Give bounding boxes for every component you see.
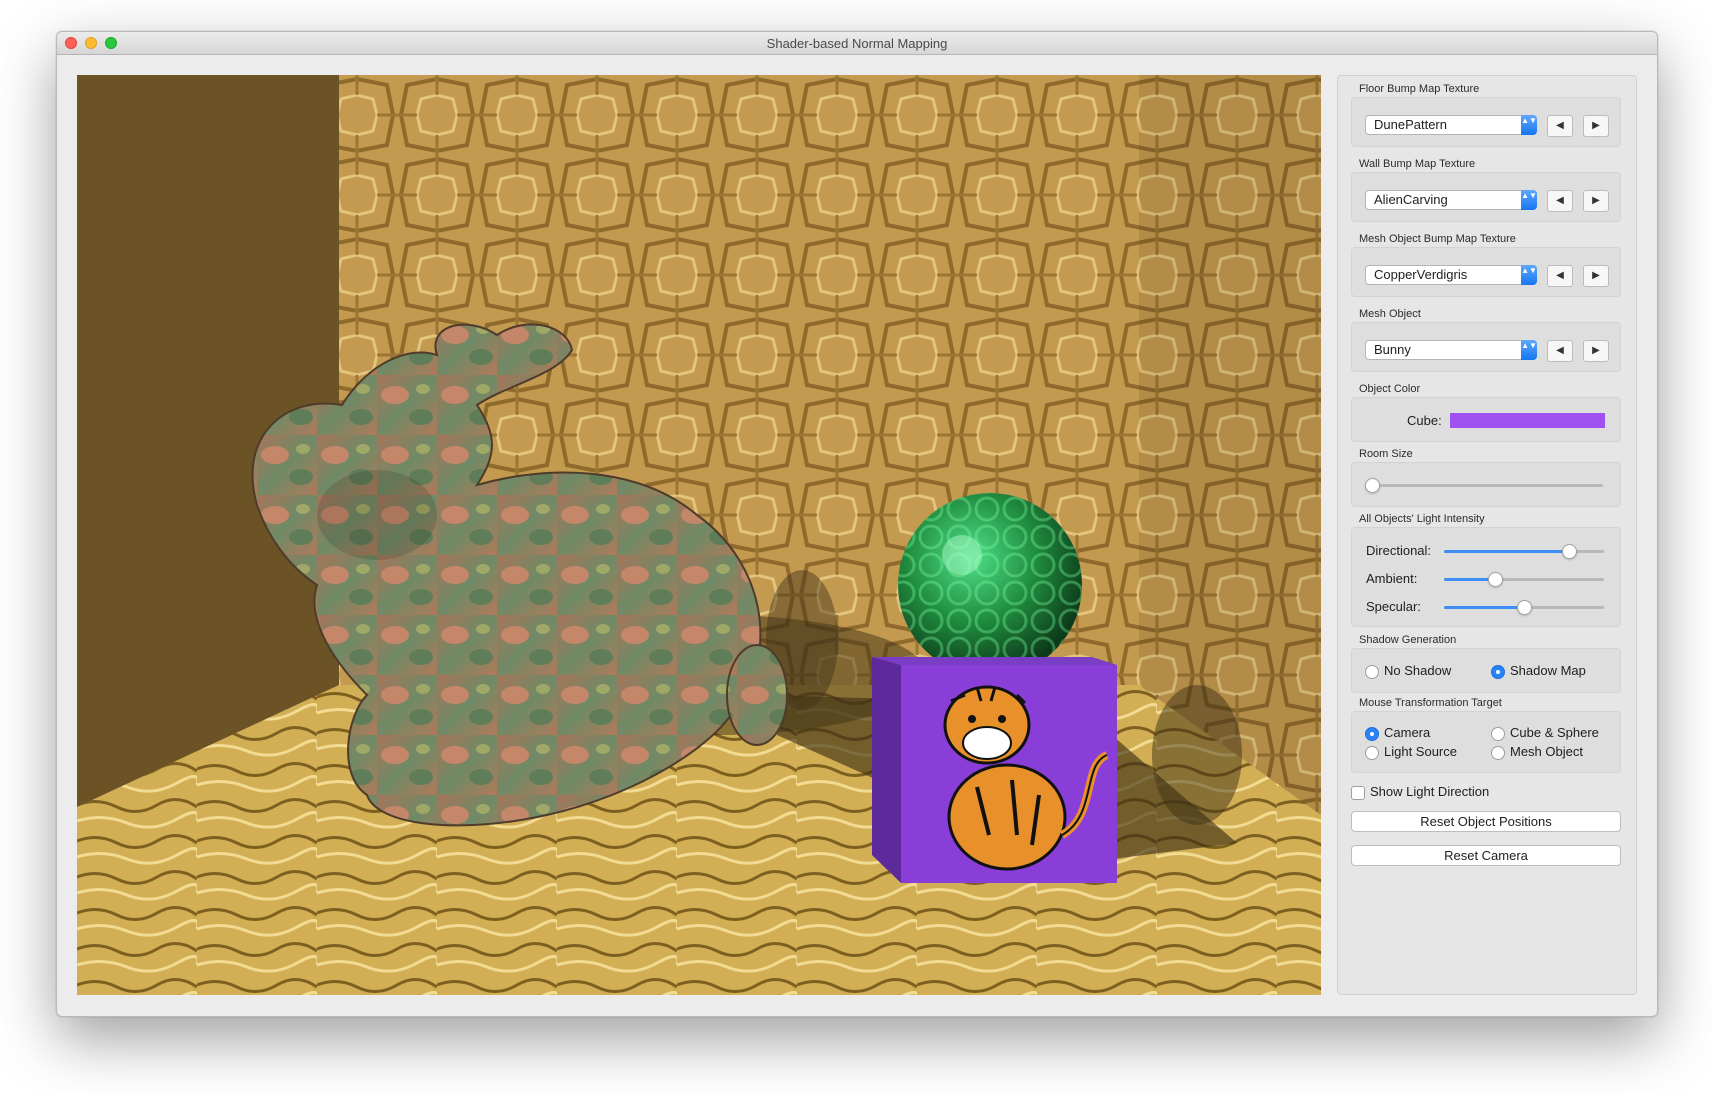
cube-sphere-radio[interactable] — [1491, 727, 1505, 741]
window-title: Shader-based Normal Mapping — [766, 36, 948, 51]
scene-render[interactable] — [77, 75, 1321, 995]
control-panel: Floor Bump Map Texture DunePattern ▲▼ ◀ … — [1337, 75, 1637, 995]
shadow-map-radio[interactable] — [1491, 665, 1505, 679]
cube-sphere-label: Cube & Sphere — [1510, 725, 1599, 740]
room-size-group — [1351, 462, 1621, 507]
cube-color-label: Cube: — [1407, 413, 1442, 428]
mesh-object-group: Bunny ▲▼ ◀ ▶ — [1351, 322, 1621, 372]
reset-camera-button[interactable]: Reset Camera — [1351, 845, 1621, 866]
wall-bump-value: AlienCarving — [1374, 192, 1448, 207]
floor-bump-value: DunePattern — [1374, 117, 1447, 132]
specular-slider-knob[interactable] — [1517, 600, 1532, 615]
floor-bump-next-button[interactable]: ▶ — [1583, 115, 1609, 137]
floor-bump-select[interactable]: DunePattern ▲▼ — [1365, 115, 1537, 135]
combo-arrows-icon: ▲▼ — [1521, 115, 1537, 135]
wall-bump-label: Wall Bump Map Texture — [1359, 158, 1476, 170]
app-window: Shader-based Normal Mapping Floor Bump M… — [56, 31, 1658, 1017]
combo-arrows-icon: ▲▼ — [1521, 190, 1537, 210]
light-intensity-group: Directional: Ambient: Specular: — [1351, 527, 1621, 627]
shadow-map-label: Shadow Map — [1510, 663, 1586, 678]
shadow-generation-label: Shadow Generation — [1359, 634, 1457, 646]
floor-bump-label: Floor Bump Map Texture — [1359, 83, 1480, 95]
wall-bump-prev-button[interactable]: ◀ — [1547, 190, 1573, 212]
specular-slider[interactable] — [1444, 600, 1604, 615]
ambient-label: Ambient: — [1366, 571, 1418, 586]
floor-bump-group: DunePattern ▲▼ ◀ ▶ — [1351, 97, 1621, 147]
directional-label: Directional: — [1366, 543, 1432, 558]
room-size-slider-knob[interactable] — [1365, 478, 1380, 493]
light-intensity-label: All Objects' Light Intensity — [1359, 513, 1485, 525]
object-color-label: Object Color — [1359, 383, 1421, 395]
ambient-slider[interactable] — [1444, 572, 1604, 587]
mesh-object-next-button[interactable]: ▶ — [1583, 340, 1609, 362]
tiger-cube[interactable] — [872, 657, 1117, 883]
mesh-bump-next-button[interactable]: ▶ — [1583, 265, 1609, 287]
combo-arrows-icon: ▲▼ — [1521, 340, 1537, 360]
wall-bump-group: AlienCarving ▲▼ ◀ ▶ — [1351, 172, 1621, 222]
mesh-bump-group: CopperVerdigris ▲▼ ◀ ▶ — [1351, 247, 1621, 297]
shadow-generation-group: No Shadow Shadow Map — [1351, 648, 1621, 693]
bumped-sphere[interactable] — [898, 493, 1082, 677]
room-size-slider[interactable] — [1365, 478, 1603, 493]
mesh-bump-select[interactable]: CopperVerdigris ▲▼ — [1365, 265, 1537, 285]
reset-object-positions-button[interactable]: Reset Object Positions — [1351, 811, 1621, 832]
mesh-object-radio[interactable] — [1491, 746, 1505, 760]
mesh-bump-value: CopperVerdigris — [1374, 267, 1468, 282]
mesh-object-target-label: Mesh Object — [1510, 744, 1583, 759]
mesh-object-value: Bunny — [1374, 342, 1411, 357]
camera-label: Camera — [1384, 725, 1431, 740]
floor-bump-prev-button[interactable]: ◀ — [1547, 115, 1573, 137]
mesh-bump-label: Mesh Object Bump Map Texture — [1359, 233, 1516, 245]
specular-label: Specular: — [1366, 599, 1421, 614]
no-shadow-label: No Shadow — [1384, 663, 1452, 678]
light-source-radio[interactable] — [1365, 746, 1379, 760]
mouse-target-group: Camera Cube & Sphere Light Source Mesh O… — [1351, 711, 1621, 773]
ambient-slider-knob[interactable] — [1488, 572, 1504, 587]
directional-slider-knob[interactable] — [1561, 544, 1577, 559]
mesh-object-prev-button[interactable]: ◀ — [1547, 340, 1573, 362]
mesh-object-select[interactable]: Bunny ▲▼ — [1365, 340, 1537, 360]
title-bar: Shader-based Normal Mapping — [57, 32, 1657, 55]
wall-bump-next-button[interactable]: ▶ — [1583, 190, 1609, 212]
directional-slider[interactable] — [1444, 544, 1604, 559]
mesh-object-label: Mesh Object — [1359, 308, 1421, 320]
opengl-viewport[interactable] — [77, 75, 1321, 995]
no-shadow-radio[interactable] — [1365, 665, 1379, 679]
show-light-direction-label: Show Light Direction — [1370, 784, 1490, 799]
mouse-target-label: Mouse Transformation Target — [1359, 697, 1502, 709]
show-light-direction-checkbox[interactable] — [1351, 786, 1365, 800]
light-source-label: Light Source — [1384, 744, 1457, 759]
combo-arrows-icon: ▲▼ — [1521, 265, 1537, 285]
cube-color-swatch[interactable] — [1450, 413, 1605, 428]
mesh-bump-prev-button[interactable]: ◀ — [1547, 265, 1573, 287]
room-size-label: Room Size — [1359, 448, 1413, 460]
wall-bump-select[interactable]: AlienCarving ▲▼ — [1365, 190, 1537, 210]
camera-radio[interactable] — [1365, 727, 1379, 741]
object-color-group: Cube: — [1351, 397, 1621, 442]
